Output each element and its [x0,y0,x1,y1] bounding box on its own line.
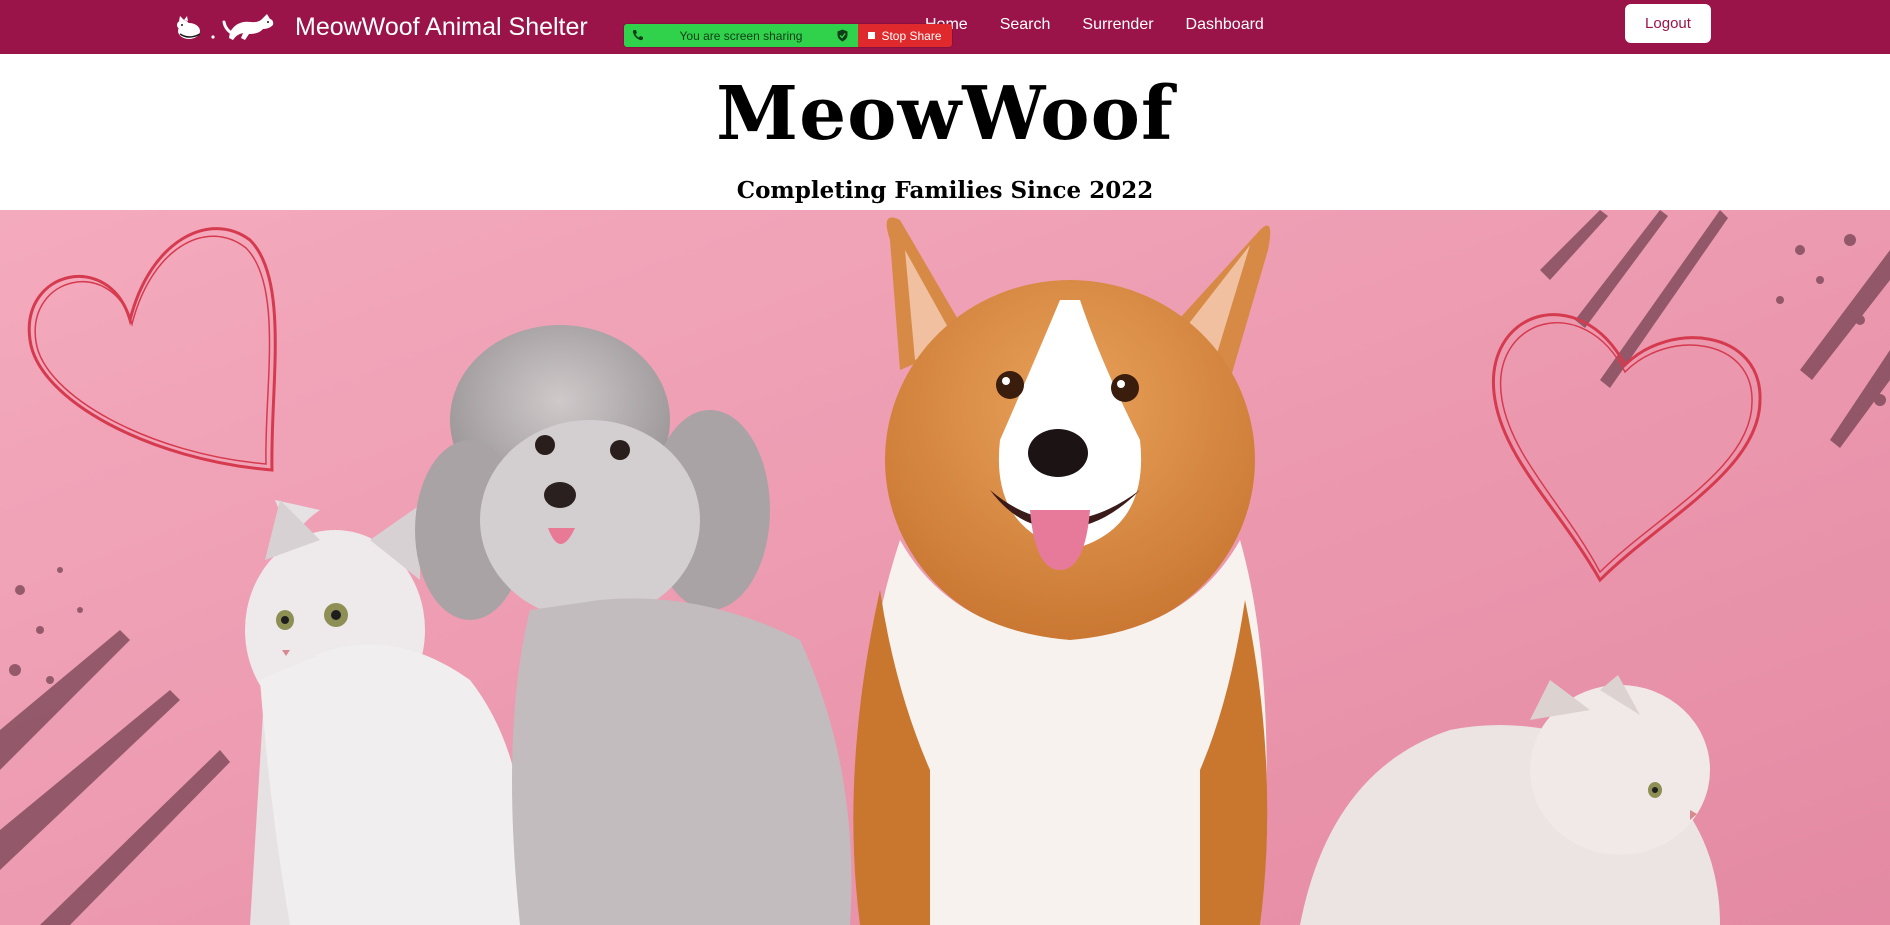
screen-share-bar: You are screen sharing Stop Share [624,24,952,47]
corgi [853,217,1271,925]
logout-button[interactable]: Logout [1625,4,1711,43]
stop-share-label: Stop Share [881,28,942,43]
nav-link-search[interactable]: Search [1000,16,1051,34]
cat-dog-logo-icon [177,14,274,40]
page-tagline: Completing Families Since 2022 [736,177,1154,204]
hero-pets-illustration [0,210,1890,925]
nav-link-surrender[interactable]: Surrender [1082,16,1153,34]
shield-check-icon [837,29,848,42]
nav-link-dashboard[interactable]: Dashboard [1186,16,1264,34]
nav-links: Home Search Surrender Dashboard [925,0,1296,50]
brand-link[interactable]: MeowWoof Animal Shelter [175,8,588,46]
hero-image [0,210,1890,925]
screen-share-status[interactable]: You are screen sharing [624,24,858,47]
screen-share-text: You are screen sharing [679,28,803,43]
phone-icon [632,30,643,41]
stop-square-icon [868,32,876,39]
stop-share-button[interactable]: Stop Share [858,24,952,47]
page-title: MeowWoof [716,71,1174,157]
brand-name: MeowWoof Animal Shelter [295,12,588,41]
